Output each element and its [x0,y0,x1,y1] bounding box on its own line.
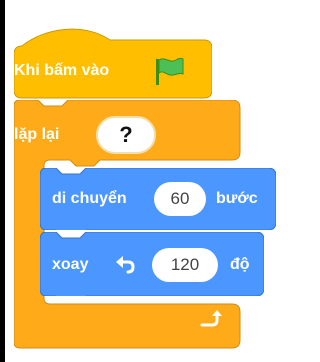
move-label: di chuyển [52,190,127,207]
move-unit-label: bước [216,190,258,207]
repeat-label: lặp lại [14,126,60,143]
repeat-count-input[interactable]: ? [96,116,156,154]
left-edge-bar [0,0,5,362]
rotate-left-icon [116,256,135,274]
move-steps-input[interactable]: 60 [154,182,206,216]
turn-label: xoay [52,256,89,273]
hat-block-shape [14,28,212,99]
turn-degrees-input[interactable]: 120 [152,248,218,282]
loop-arrow-icon [200,310,222,327]
hat-block-label: Khi bấm vào [14,62,110,79]
green-flag-icon [156,57,184,85]
turn-unit-label: độ [230,256,250,273]
